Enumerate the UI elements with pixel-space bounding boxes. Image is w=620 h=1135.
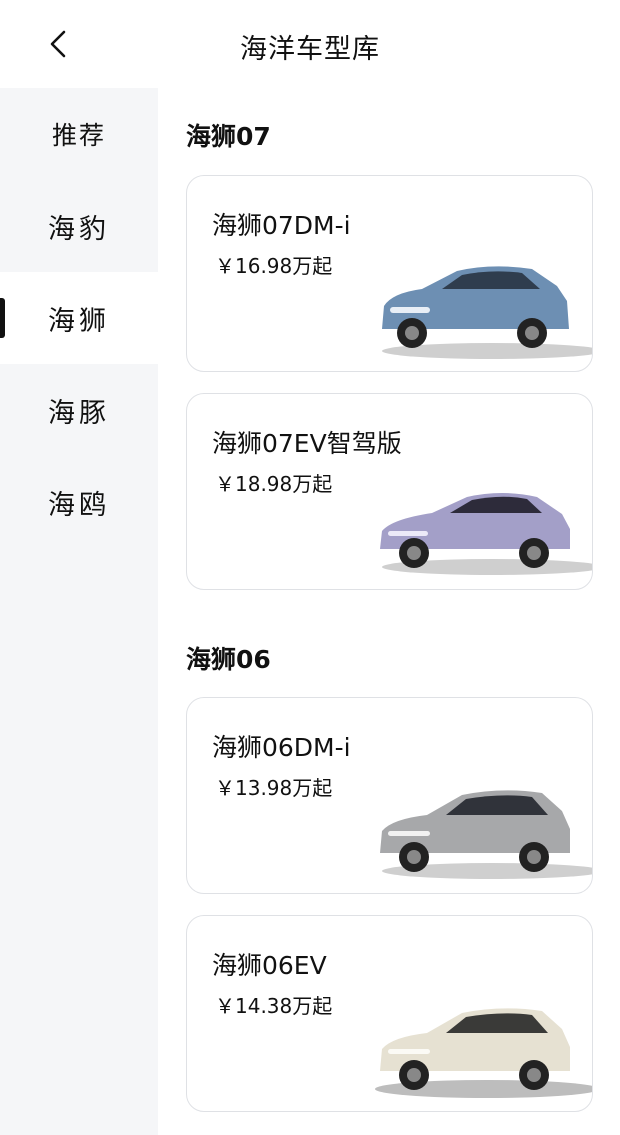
sidebar-item-label: 海豚 (48, 397, 110, 429)
car-image (380, 493, 592, 575)
model-name: 海狮07DM-i (212, 211, 351, 240)
sidebar-item-seal[interactable]: 海豹 (0, 180, 158, 272)
model-name: 海狮06EV (212, 951, 327, 980)
sidebar-item-label: 推荐 (51, 121, 106, 150)
model-card[interactable]: 海狮07DM-i ￥16.98万起 (186, 175, 593, 372)
page-title: 海洋车型库 (240, 34, 380, 65)
model-card[interactable]: 海狮06DM-i ￥13.98万起 (186, 697, 593, 894)
model-card[interactable]: 海狮06EV ￥14.38万起 (186, 915, 593, 1112)
sidebar-item-label: 海狮 (48, 305, 110, 337)
header: 海洋车型库 (0, 0, 620, 88)
model-price: ￥14.38万起 (215, 994, 333, 1018)
model-card[interactable]: 海狮07EV智驾版 ￥18.98万起 (186, 393, 593, 590)
sidebar-item-label: 海鸥 (48, 489, 110, 521)
sidebar-item-sealion[interactable]: 海狮 (0, 272, 158, 364)
sidebar-item-recommend[interactable]: 推荐 (0, 88, 158, 180)
sidebar: 推荐 海豹 海狮 海豚 海鸥 (0, 88, 158, 1135)
model-name: 海狮07EV智驾版 (212, 429, 402, 458)
model-price: ￥13.98万起 (215, 776, 333, 800)
model-price: ￥18.98万起 (215, 472, 333, 496)
sidebar-item-seagull[interactable]: 海鸥 (0, 456, 158, 548)
section-title: 海狮06 (186, 645, 271, 674)
sidebar-item-label: 海豹 (48, 213, 110, 245)
car-image (380, 790, 592, 879)
model-price: ￥16.98万起 (215, 254, 333, 278)
car-image (382, 266, 592, 359)
section-title: 海狮07 (186, 122, 271, 151)
model-name: 海狮06DM-i (212, 733, 351, 762)
sidebar-item-dolphin[interactable]: 海豚 (0, 364, 158, 456)
car-image (375, 1008, 592, 1098)
